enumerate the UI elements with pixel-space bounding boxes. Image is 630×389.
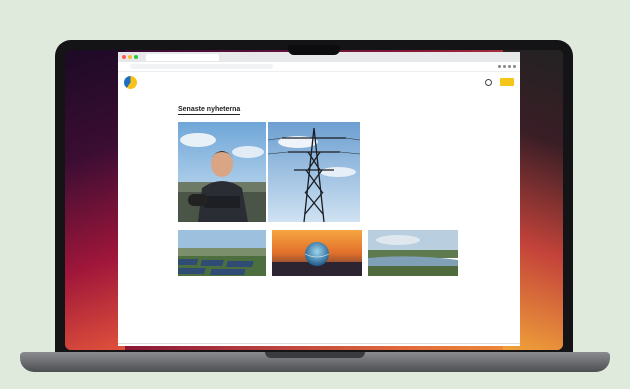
close-dot-icon[interactable]: [122, 55, 126, 59]
card-3-image[interactable]: [368, 230, 458, 276]
bookmark-icon[interactable]: [503, 65, 506, 68]
card-2-image[interactable]: [272, 230, 362, 276]
laptop-base-groove: [265, 352, 365, 358]
site-logo[interactable]: [124, 75, 137, 89]
header-actions: [485, 78, 514, 86]
camera-notch: [288, 45, 340, 55]
page-divider: [118, 343, 520, 344]
address-field[interactable]: [130, 64, 273, 69]
cta-button[interactable]: [500, 78, 514, 86]
menu-icon[interactable]: [513, 65, 516, 68]
featured-pylon-image[interactable]: [268, 122, 360, 222]
section-heading: Senaste nyheterna: [178, 106, 241, 115]
wallpaper-left: [65, 50, 125, 350]
site-header: [118, 72, 520, 92]
search-icon[interactable]: [485, 78, 492, 86]
browser-tab[interactable]: [146, 53, 219, 61]
profile-icon[interactable]: [508, 65, 511, 68]
card-1-image[interactable]: [178, 230, 266, 276]
browser-urlbar: [118, 62, 520, 72]
maximize-dot-icon[interactable]: [134, 55, 138, 59]
browser-window: Senaste nyheterna: [118, 52, 520, 346]
browser-toolbar-icons: [498, 65, 516, 68]
featured-portrait-image[interactable]: [178, 122, 266, 222]
minimize-dot-icon[interactable]: [128, 55, 132, 59]
extension-icon[interactable]: [498, 65, 501, 68]
